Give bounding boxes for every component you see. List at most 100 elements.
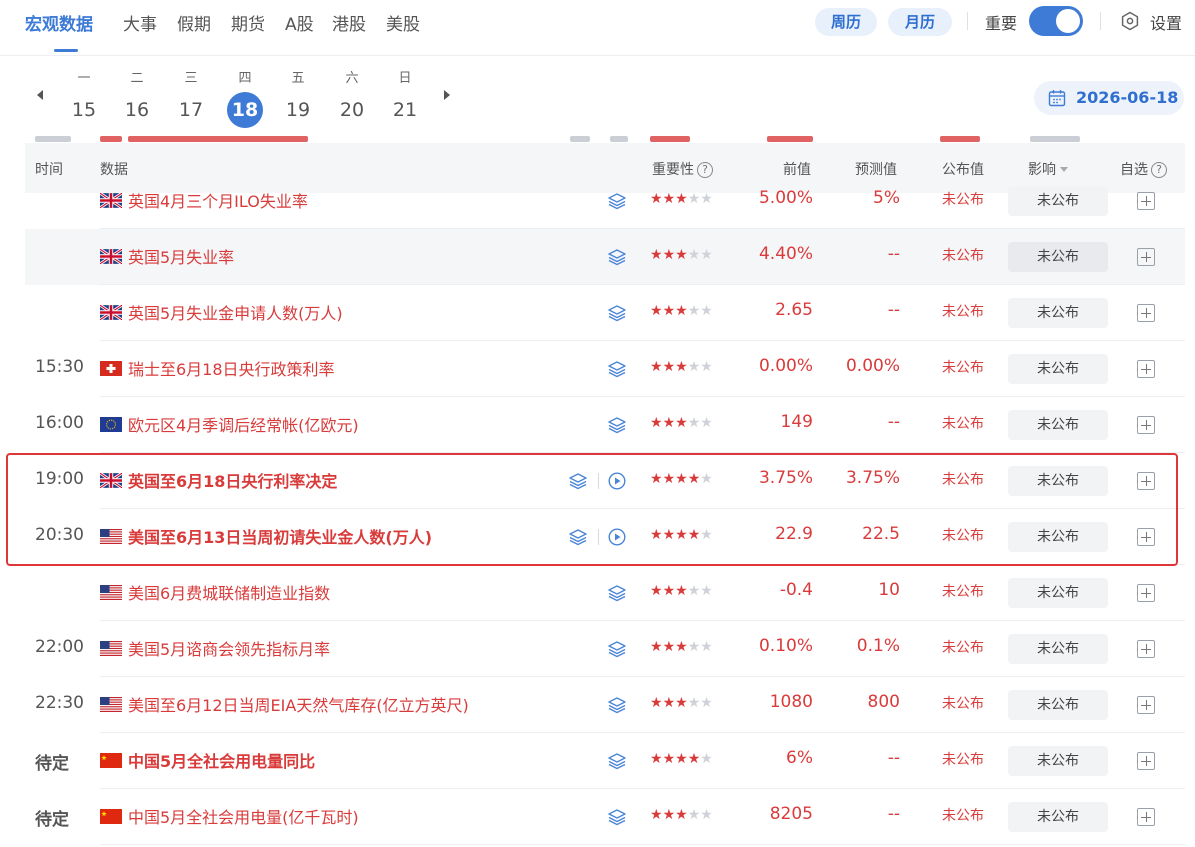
event-name[interactable]: 美国5月谘商会领先指标月率: [128, 636, 330, 660]
layers-icon[interactable]: [607, 640, 627, 658]
layers-icon[interactable]: [607, 304, 627, 322]
event-time: 待定: [35, 754, 69, 774]
layers-icon[interactable]: [607, 192, 627, 210]
table-row[interactable]: 22:30 美国至6月12日当周EIA天然气库存(亿立方英尺) ★★★★★ 1080 8…: [25, 677, 1185, 733]
star-icon: ★: [700, 751, 713, 767]
date-picker[interactable]: 2026-06-18: [1034, 81, 1184, 115]
day-thu[interactable]: 四 18: [225, 70, 265, 128]
add-watch-icon[interactable]: [1137, 416, 1155, 434]
event-name[interactable]: 瑞士至6月18日央行政策利率: [128, 356, 335, 380]
month-view-button[interactable]: 月历: [888, 8, 952, 36]
tab-macro-data[interactable]: 宏观数据: [25, 10, 93, 35]
prev-value: -0.4: [779, 580, 813, 600]
star-icon: ★: [675, 583, 688, 599]
day-number: 15: [71, 99, 97, 121]
add-watch-icon[interactable]: [1137, 640, 1155, 658]
layers-icon[interactable]: [607, 584, 627, 602]
day-sat[interactable]: 六 20: [332, 70, 372, 128]
add-watch-icon[interactable]: [1137, 360, 1155, 378]
prev-value: 5.00%: [758, 188, 813, 208]
star-icon: ★: [675, 303, 688, 319]
day-number: 18: [227, 92, 263, 128]
add-watch-icon[interactable]: [1137, 808, 1155, 826]
uk-flag-icon: [100, 193, 122, 208]
day-sun[interactable]: 日 21: [385, 70, 425, 128]
top-nav: 宏观数据 大事 假期 期货 A股 港股 美股 周历 月历 重要 设置: [0, 0, 1195, 56]
day-tue[interactable]: 二 16: [117, 70, 157, 128]
layers-icon[interactable]: [607, 360, 627, 378]
tab-holidays[interactable]: 假期: [177, 10, 211, 35]
layers-icon[interactable]: [607, 808, 627, 826]
star-icon: ★: [700, 415, 713, 431]
event-time: 待定: [35, 810, 69, 830]
star-icon: ★: [650, 359, 663, 375]
add-watch-icon[interactable]: [1137, 192, 1155, 210]
importance-stars: ★★★★★: [650, 695, 713, 711]
event-name[interactable]: 中国5月全社会用电量同比: [128, 748, 315, 772]
important-toggle[interactable]: [1029, 6, 1083, 36]
prev-week-arrow[interactable]: [37, 90, 43, 100]
star-icon: ★: [650, 415, 663, 431]
sort-caret-icon: [1060, 167, 1068, 172]
table-row[interactable]: 15:30 瑞士至6月18日央行政策利率 ★★★★★ 0.00% 0.00% 未公布 未公布: [25, 341, 1185, 397]
layers-icon[interactable]: [607, 752, 627, 770]
table-row[interactable]: 英国4月三个月ILO失业率 ★★★★★ 5.00% 5% 未公布 未公布: [25, 173, 1185, 229]
table-row[interactable]: 美国6月费城联储制造业指数 ★★★★★ -0.4 10 未公布 未公布: [25, 565, 1185, 621]
day-fri[interactable]: 五 19: [278, 70, 318, 128]
prev-value: 8205: [769, 804, 813, 824]
impact-badge: 未公布: [1008, 746, 1108, 776]
tab-us-stocks[interactable]: 美股: [386, 10, 420, 35]
next-week-arrow[interactable]: [444, 90, 450, 100]
importance-stars: ★★★★★: [650, 751, 713, 767]
star-icon: ★: [687, 303, 701, 319]
table-row[interactable]: 16:00 欧元区4月季调后经常帐(亿欧元) ★★★★★ 149 -- 未公布 未公布: [25, 397, 1185, 453]
star-icon: ★: [687, 415, 701, 431]
table-row[interactable]: 待定 中国5月全社会用电量(亿千瓦时) ★★★★★ 8205 -- 未公布 未公布: [25, 789, 1185, 845]
calendar-icon: [1048, 90, 1066, 107]
add-watch-icon[interactable]: [1137, 584, 1155, 602]
event-name[interactable]: 美国至6月12日当周EIA天然气库存(亿立方英尺): [128, 692, 469, 716]
weekday-label: 五: [291, 71, 305, 86]
table-row[interactable]: 22:00 美国5月谘商会领先指标月率 ★★★★★ 0.10% 0.1% 未公布 未公布: [25, 621, 1185, 677]
tab-events[interactable]: 大事: [123, 10, 157, 35]
add-watch-icon[interactable]: [1137, 696, 1155, 714]
settings-icon[interactable]: [1120, 11, 1140, 31]
published-value: 未公布: [942, 640, 984, 656]
settings-label[interactable]: 设置: [1150, 10, 1182, 34]
star-icon: ★: [687, 807, 701, 823]
forecast-value: --: [887, 300, 900, 320]
table-row[interactable]: 英国5月失业金申请人数(万人) ★★★★★ 2.65 -- 未公布 未公布: [25, 285, 1185, 341]
published-value: 未公布: [942, 752, 984, 768]
star-icon: ★: [700, 191, 713, 207]
tab-hk-stocks[interactable]: 港股: [332, 10, 366, 35]
add-watch-icon[interactable]: [1137, 304, 1155, 322]
event-name[interactable]: 英国5月失业率: [128, 244, 234, 268]
event-name[interactable]: 英国5月失业金申请人数(万人): [128, 300, 343, 324]
table-row[interactable]: 待定 中国5月全社会用电量同比 ★★★★★ 6% -- 未公布 未公布: [25, 733, 1185, 789]
weekday-label: 三: [184, 71, 198, 86]
published-value: 未公布: [942, 584, 984, 600]
table-row[interactable]: 英国5月失业率 ★★★★★ 4.40% -- 未公布 未公布: [25, 229, 1185, 285]
prev-value: 1080: [769, 692, 813, 712]
day-wed[interactable]: 三 17: [171, 70, 211, 128]
event-name[interactable]: 美国6月费城联储制造业指数: [128, 580, 330, 604]
us-flag-icon: [100, 641, 122, 656]
divider: [967, 12, 968, 30]
layers-icon[interactable]: [607, 696, 627, 714]
highlight-box: [6, 453, 1178, 566]
layers-icon[interactable]: [607, 416, 627, 434]
event-name[interactable]: 中国5月全社会用电量(亿千瓦时): [128, 804, 359, 828]
important-toggle-label: 重要: [985, 14, 1018, 33]
importance-stars: ★★★★★: [650, 191, 713, 207]
tab-futures[interactable]: 期货: [231, 10, 265, 35]
layers-icon[interactable]: [607, 248, 627, 266]
day-mon[interactable]: 一 15: [64, 70, 104, 128]
event-name[interactable]: 欧元区4月季调后经常帐(亿欧元): [128, 412, 359, 436]
week-view-button[interactable]: 周历: [815, 8, 877, 36]
add-watch-icon[interactable]: [1137, 248, 1155, 266]
add-watch-icon[interactable]: [1137, 752, 1155, 770]
tab-a-shares[interactable]: A股: [285, 10, 314, 35]
event-name[interactable]: 英国4月三个月ILO失业率: [128, 188, 308, 212]
forecast-value: --: [887, 748, 900, 768]
star-icon: ★: [700, 695, 713, 711]
